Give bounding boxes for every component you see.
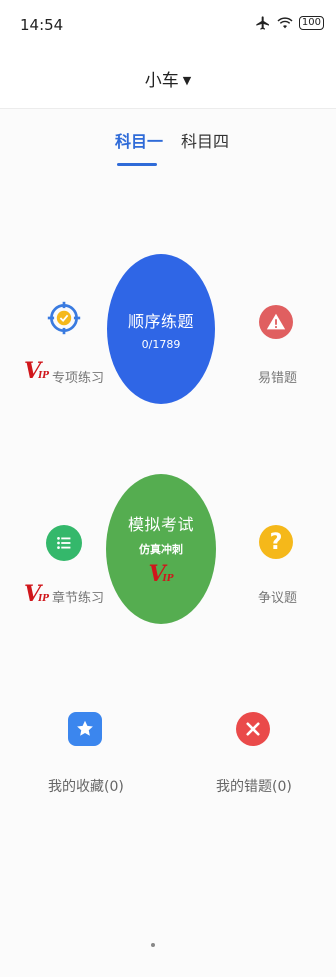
- sequential-practice-progress: 0/1789: [141, 337, 181, 351]
- vehicle-type-selector[interactable]: 小车 ▼: [0, 66, 336, 91]
- error-prone-label: 易错题: [258, 371, 298, 386]
- star-icon: [68, 712, 102, 746]
- topic-practice-button[interactable]: VIP 专项练习: [24, 300, 110, 390]
- status-icons: 100: [255, 15, 324, 31]
- chapter-practice-button[interactable]: VIP 章节练习: [24, 525, 110, 615]
- my-mistakes-label: 我的错题(0): [216, 779, 292, 795]
- list-icon: [46, 525, 82, 561]
- controversial-button[interactable]: ? 争议题: [252, 525, 312, 610]
- my-favorites-label: 我的收藏(0): [48, 779, 124, 795]
- question-icon: ?: [259, 525, 293, 559]
- caret-down-icon: ▼: [182, 74, 192, 87]
- vip-badge: VIP: [148, 561, 174, 587]
- vip-badge: VIP: [24, 581, 50, 607]
- close-icon: [236, 712, 270, 746]
- status-time: 14:54: [20, 16, 64, 34]
- mock-exam-button[interactable]: 模拟考试 仿真冲刺 VIP: [106, 474, 216, 624]
- tab-subject-one[interactable]: 科目一: [115, 128, 163, 152]
- target-icon: [46, 300, 82, 336]
- active-tab-indicator: [117, 163, 157, 166]
- warning-icon: [259, 305, 293, 339]
- controversial-label: 争议题: [258, 591, 298, 606]
- wifi-icon: [277, 17, 293, 29]
- mock-exam-subtitle: 仿真冲刺: [139, 543, 183, 556]
- topic-practice-label: 专项练习: [52, 371, 105, 386]
- chapter-practice-label: 章节练习: [52, 591, 105, 606]
- page-title: 小车: [144, 71, 179, 91]
- vip-badge: VIP: [24, 358, 50, 384]
- my-mistakes-button[interactable]: 我的错题(0): [214, 712, 304, 802]
- home-indicator: [151, 943, 155, 947]
- sequential-practice-title: 顺序练题: [127, 311, 194, 331]
- tab-subject-four[interactable]: 科目四: [181, 128, 229, 152]
- mock-exam-title: 模拟考试: [127, 515, 194, 534]
- airplane-icon: [256, 16, 269, 30]
- my-favorites-button[interactable]: 我的收藏(0): [44, 712, 134, 802]
- sequential-practice-button[interactable]: 顺序练题 0/1789: [107, 254, 215, 404]
- battery-indicator: 100: [298, 16, 324, 30]
- error-prone-button[interactable]: 易错题: [252, 305, 312, 390]
